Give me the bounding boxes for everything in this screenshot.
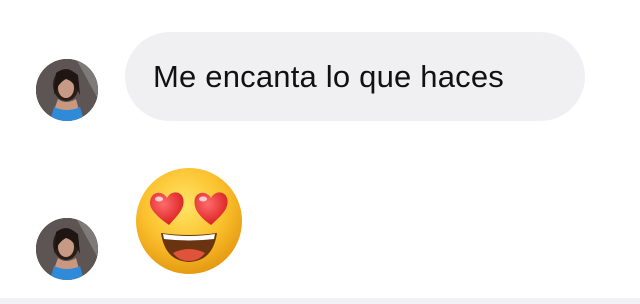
message-text: Me encanta lo que haces	[153, 58, 505, 94]
avatar[interactable]	[36, 218, 98, 280]
next-message-edge	[0, 298, 640, 304]
avatar[interactable]	[36, 59, 98, 121]
avatar-photo	[36, 59, 98, 121]
chat-conversation: Me encanta lo que haces	[0, 0, 640, 304]
heart-eyes-emoji-icon[interactable]	[133, 165, 245, 277]
heart-eyes-emoji-graphic	[136, 168, 242, 274]
avatar-photo	[36, 218, 98, 280]
message-bubble[interactable]: Me encanta lo que haces	[125, 32, 585, 121]
